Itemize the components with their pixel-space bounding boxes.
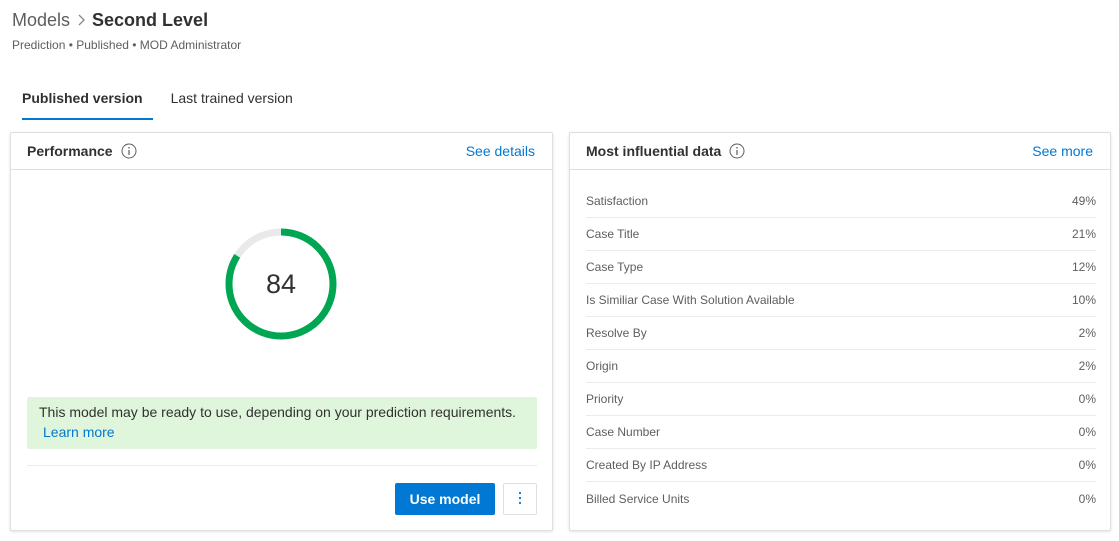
info-icon[interactable] [121,143,137,159]
learn-more-link[interactable]: Learn more [43,422,527,442]
factor-percent: 12% [1071,260,1096,274]
list-item: Priority 0% [586,383,1096,416]
influential-data-list: Satisfaction 49% Case Title 21% Case Typ… [586,185,1096,515]
factor-percent: 2% [1078,326,1096,340]
list-item: Case Type 12% [586,251,1096,284]
list-item: Case Number 0% [586,416,1096,449]
factor-label: Origin [586,359,619,373]
factor-label: Case Title [586,227,640,241]
tab-last-trained-version[interactable]: Last trained version [161,88,303,120]
factor-percent: 2% [1078,359,1096,373]
page-subtitle: Prediction • Published • MOD Administrat… [12,38,242,52]
factor-label: Case Type [586,260,644,274]
list-item: Billed Service Units 0% [586,482,1096,515]
influential-title: Most influential data [586,143,722,159]
factor-label: Billed Service Units [586,491,690,506]
info-icon[interactable] [729,143,745,159]
use-model-button[interactable]: Use model [395,483,495,515]
chevron-right-icon [70,8,92,32]
factor-percent: 0% [1078,458,1096,472]
factor-percent: 0% [1078,392,1096,406]
factor-percent: 21% [1071,227,1096,241]
notice-text: This model may be ready to use, dependin… [39,404,517,420]
factor-label: Satisfaction [586,194,649,208]
breadcrumb: Models Second Level [12,8,241,32]
influential-data-card: Most influential data See more Satisfact… [569,132,1111,531]
list-item: Origin 2% [586,350,1096,383]
list-item: Is Similiar Case With Solution Available… [586,284,1096,317]
list-item: Case Title 21% [586,218,1096,251]
factor-label: Resolve By [586,326,647,340]
page-title: Second Level [92,9,209,30]
factor-percent: 0% [1078,491,1096,506]
tab-published-version[interactable]: Published version [12,88,153,120]
breadcrumb-models[interactable]: Models [12,10,70,31]
factor-percent: 10% [1071,293,1096,307]
factor-label: Case Number [586,425,661,439]
more-options-button[interactable] [503,483,537,515]
performance-title: Performance [27,143,113,159]
performance-card-header: Performance See details [11,133,552,170]
list-item: Created By IP Address 0% [586,449,1096,482]
version-tabs: Published version Last trained version [12,88,303,120]
list-item: Resolve By 2% [586,317,1096,350]
influential-card-header: Most influential data See more [570,133,1110,170]
see-more-link[interactable]: See more [1032,143,1093,159]
page-header: Models Second Level Prediction • Publish… [12,8,242,53]
factor-label: Priority [586,392,624,406]
factor-label: Created By IP Address [586,458,708,472]
readiness-notice: This model may be ready to use, dependin… [27,397,537,449]
list-item: Satisfaction 49% [586,185,1096,218]
factor-percent: 49% [1071,194,1096,208]
factor-label: Is Similiar Case With Solution Available [586,293,795,307]
see-details-link[interactable]: See details [466,143,535,159]
performance-score: 84 [265,268,297,299]
performance-gauge: 84 [223,226,339,342]
performance-card: Performance See details 84 This model ma… [10,132,553,531]
more-vertical-icon [518,491,522,508]
factor-percent: 0% [1078,425,1096,439]
divider [27,465,537,466]
